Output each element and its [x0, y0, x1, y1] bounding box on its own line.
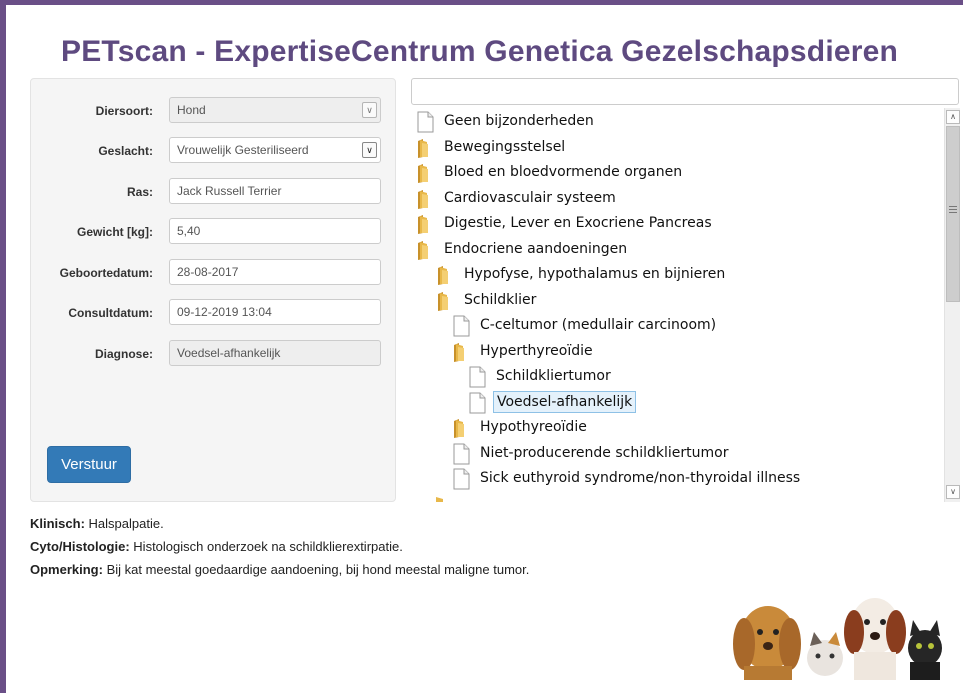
form-row-consultdatum: Consultdatum: 09-12-2019 13:04: [31, 299, 397, 327]
diersoort-select[interactable]: Hond ∨: [169, 97, 381, 123]
info-cyto: Cyto/Histologie: Histologisch onderzoek …: [30, 539, 403, 554]
form-row-geslacht: Geslacht: Vrouwelijk Gesteriliseerd ∨: [31, 137, 397, 165]
document-icon: [453, 315, 470, 337]
folder-icon: [436, 496, 443, 502]
geslacht-select[interactable]: Vrouwelijk Gesteriliseerd ∨: [169, 137, 381, 163]
folder-icon: [418, 164, 428, 183]
left-border: [0, 0, 6, 693]
chevron-down-icon: ∨: [362, 102, 377, 118]
tree-item-label: Sick euthyroid syndrome/non-thyroidal il…: [480, 470, 801, 486]
folder-icon: [454, 419, 464, 438]
tree-item-label: Schildklier: [464, 291, 537, 308]
top-border: [0, 0, 963, 5]
diagnosis-tree: Geen bijzonderheden Bewegingsstelsel Bloed…: [411, 108, 963, 502]
tree-scrollbar[interactable]: ∧ ∨: [944, 108, 960, 502]
tree-item-label: Bewegingsstelsel: [444, 138, 566, 155]
tree-item-label: Bloed en bloedvormende organen: [444, 164, 683, 180]
tree-search-input[interactable]: [411, 78, 959, 105]
folder-icon: [418, 215, 428, 234]
form-row-geboortedatum: Geboortedatum: 28-08-2017: [31, 259, 397, 287]
klinisch-label: Klinisch:: [30, 516, 85, 531]
tree-item-label: Voedsel-afhankelijk: [493, 390, 637, 413]
diersoort-label: Diersoort:: [95, 104, 153, 118]
gewicht-input[interactable]: 5,40: [169, 218, 381, 244]
form-row-ras: Ras: Jack Russell Terrier: [31, 178, 397, 206]
scroll-up-icon[interactable]: ∧: [946, 110, 960, 124]
tree-item-label: Schildkliertumor: [496, 368, 611, 384]
tree-item-label: Digestie, Lever en Exocriene Pancreas: [444, 215, 712, 231]
patient-form: Diersoort: Hond ∨ Geslacht: Vrouwelijk G…: [30, 78, 396, 502]
submit-button[interactable]: Verstuur: [47, 446, 131, 483]
info-klinisch: Klinisch: Halspalpatie.: [30, 516, 164, 531]
cyto-text: Histologisch onderzoek na schildklierext…: [133, 539, 403, 554]
tree-item-label: Hypothyreoïdie: [480, 419, 587, 435]
tree-item-label: Hyperthyreoïdie: [480, 342, 593, 359]
geboortedatum-label: Geboortedatum:: [59, 266, 153, 280]
ras-input[interactable]: Jack Russell Terrier: [169, 178, 381, 204]
tree-item-label: Endocriene aandoeningen: [444, 240, 628, 257]
klinisch-text: Halspalpatie.: [88, 516, 164, 531]
tree-item-label: Niet-producerende schildkliertumor: [480, 444, 729, 461]
form-row-diersoort: Diersoort: Hond ∨: [31, 97, 397, 125]
scroll-down-icon[interactable]: ∨: [946, 485, 960, 499]
document-icon: [453, 443, 470, 464]
ras-label: Ras:: [126, 185, 153, 199]
cyto-label: Cyto/Histologie:: [30, 539, 130, 554]
folder-icon: [438, 291, 448, 311]
document-icon: [453, 468, 470, 490]
folder-icon: [418, 240, 428, 260]
chevron-down-icon: ∨: [362, 142, 377, 158]
diersoort-value: Hond: [177, 103, 206, 117]
consultdatum-label: Consultdatum:: [68, 306, 153, 320]
tree-item-label: Hypofyse, hypothalamus en bijnieren: [464, 266, 726, 282]
document-icon: [469, 366, 486, 388]
diagnose-field: Voedsel-afhankelijk: [169, 340, 381, 366]
folder-icon: [418, 138, 428, 158]
document-icon: [417, 111, 434, 133]
form-row-diagnose: Diagnose: Voedsel-afhankelijk: [31, 340, 397, 368]
diagnose-label: Diagnose:: [94, 347, 153, 361]
tree-item-label: Cardiovasculair systeem: [444, 189, 616, 206]
folder-icon: [418, 189, 428, 209]
consultdatum-input[interactable]: 09-12-2019 13:04: [169, 299, 381, 325]
scrollbar-thumb[interactable]: [946, 126, 960, 302]
geboortedatum-input[interactable]: 28-08-2017: [169, 259, 381, 285]
page-title: PETscan - ExpertiseCentrum Genetica Geze…: [61, 35, 899, 68]
geslacht-value: Vrouwelijk Gesteriliseerd: [177, 143, 309, 157]
gewicht-label: Gewicht [kg]:: [76, 225, 153, 239]
opmerking-label: Opmerking:: [30, 562, 103, 577]
pets-illustration: [733, 598, 942, 680]
tree-item-label: C-celtumor (medullair carcinoom): [480, 317, 717, 333]
document-icon: [469, 392, 486, 413]
geslacht-label: Geslacht:: [98, 144, 153, 158]
info-opmerking: Opmerking: Bij kat meestal goedaardige a…: [30, 562, 529, 577]
opmerking-text: Bij kat meestal goedaardige aandoening, …: [106, 562, 530, 577]
folder-icon: [454, 342, 464, 362]
folder-icon: [438, 266, 448, 285]
form-row-gewicht: Gewicht [kg]: 5,40: [31, 218, 397, 246]
tree-item-label: Geen bijzonderheden: [444, 113, 594, 129]
